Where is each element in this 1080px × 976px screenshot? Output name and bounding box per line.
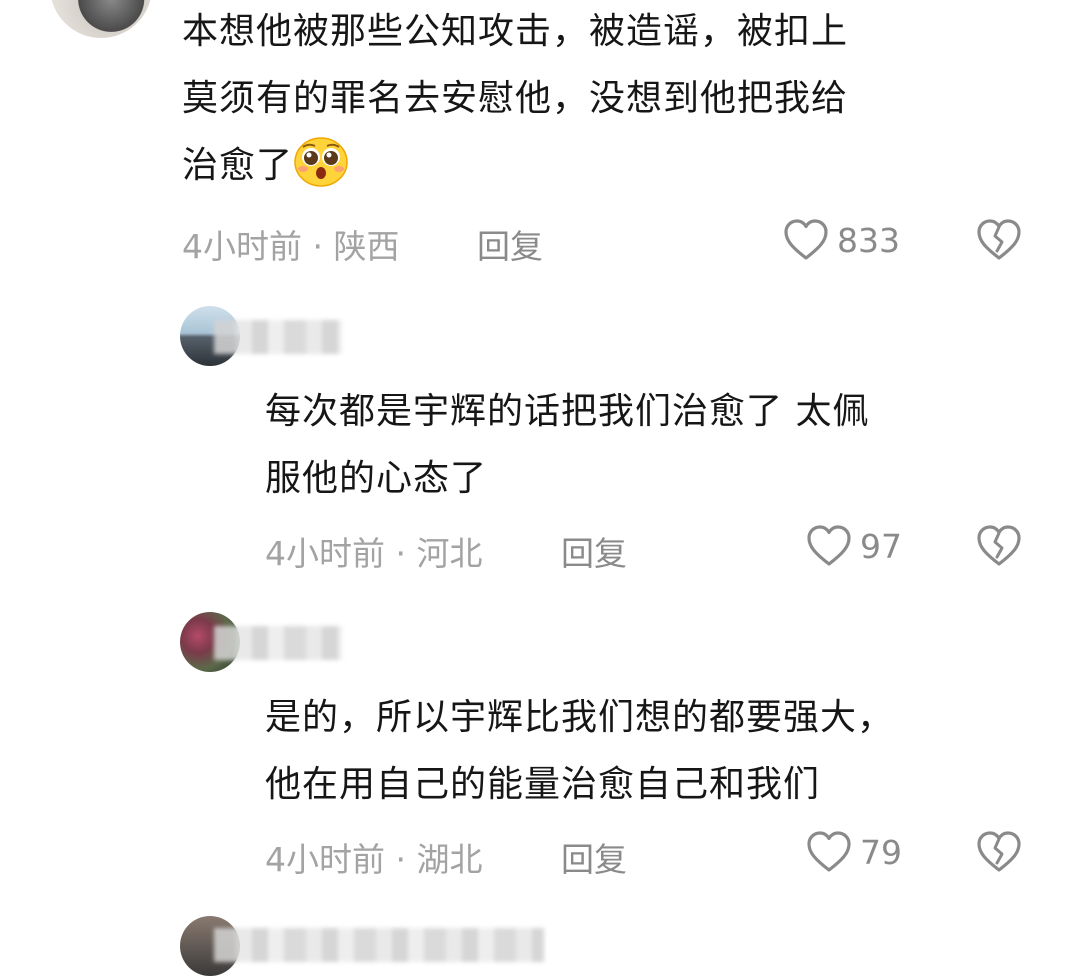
comment-text: 本想他被那些公知攻击，被造谣，被扣上 莫须有的罪名去安慰他，没想到他把我给 治愈了: [182, 0, 848, 199]
like-button[interactable]: 79: [806, 830, 902, 874]
comment-meta: 4小时前 · 湖北: [265, 833, 482, 881]
meta-separator: ·: [302, 227, 334, 266]
broken-heart-icon: [977, 219, 1021, 260]
reply-button[interactable]: 回复: [561, 527, 627, 575]
dislike-button[interactable]: [976, 830, 1022, 878]
comment-line: 每次都是宇辉的话把我们治愈了 太佩: [265, 391, 870, 432]
reply-text: 每次都是宇辉的话把我们治愈了 太佩 服他的心态了: [265, 378, 869, 512]
comment-time: 4小时前: [265, 534, 385, 573]
comment-time: 4小时前: [182, 227, 302, 266]
comment-location: 河北: [416, 534, 483, 573]
comment-meta: 4小时前 · 河北: [265, 527, 482, 575]
like-count: 79: [860, 832, 902, 872]
commenter-avatar[interactable]: [50, 0, 152, 38]
heart-outline-icon: [807, 525, 851, 566]
comment-line: 本想他被那些公知攻击，被造谣，被扣上: [182, 11, 849, 52]
comment-line: 他在用自己的能量治愈自己和我们: [265, 764, 821, 805]
redacted-username: [214, 928, 544, 962]
like-count: 97: [860, 526, 902, 566]
comment-location: 陕西: [333, 227, 400, 266]
comment-meta: 4小时前 · 陕西: [182, 220, 399, 268]
like-count: 833: [837, 220, 900, 260]
reply-text: 是的，所以宇辉比我们想的都要强大， 他在用自己的能量治愈自己和我们: [265, 684, 894, 818]
dislike-button[interactable]: [976, 524, 1022, 572]
reply-button[interactable]: 回复: [561, 833, 627, 881]
like-button[interactable]: 97: [806, 524, 902, 568]
dislike-button[interactable]: [976, 218, 1022, 266]
comment-time: 4小时前: [265, 840, 385, 879]
redacted-username: [214, 626, 342, 660]
heart-outline-icon: [784, 219, 828, 260]
broken-heart-icon: [977, 831, 1021, 872]
redacted-username: [214, 320, 342, 354]
broken-heart-icon: [977, 525, 1021, 566]
comment-line: 是的，所以宇辉比我们想的都要强大，: [265, 697, 895, 738]
meta-separator: ·: [385, 840, 417, 879]
comment-line: 治愈了: [182, 145, 294, 186]
comment-location: 湖北: [416, 840, 483, 879]
meta-separator: ·: [385, 534, 417, 573]
comment-line: 服他的心态了: [265, 458, 488, 499]
pleading-face-emoji: [294, 137, 348, 187]
heart-outline-icon: [807, 831, 851, 872]
like-button[interactable]: 833: [783, 218, 900, 262]
reply-button[interactable]: 回复: [477, 220, 543, 268]
comment-line: 莫须有的罪名去安慰他，没想到他把我给: [182, 78, 849, 119]
